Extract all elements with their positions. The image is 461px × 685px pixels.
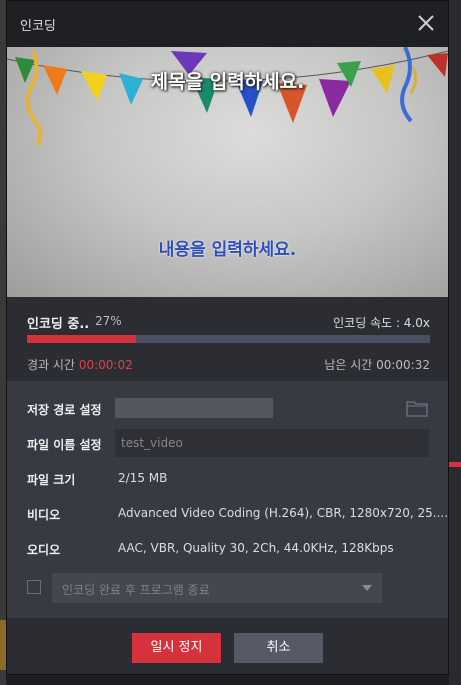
progress-bar xyxy=(27,335,430,343)
save-path-field[interactable] xyxy=(115,398,273,418)
dialog-title: 인코딩 xyxy=(20,19,56,34)
video-value: Advanced Video Coding (H.264), CBR, 1280… xyxy=(118,506,449,520)
file-size-label: 파일 크기 xyxy=(27,473,76,487)
file-name-label: 파일 이름 설정 xyxy=(27,438,102,452)
encoding-status: 인코딩 중.. xyxy=(27,317,90,332)
background-timeline-marker xyxy=(449,462,461,467)
pause-button[interactable]: 일시 정지 xyxy=(132,633,221,663)
file-size-value: 2/15 MB xyxy=(118,471,168,485)
encoding-dialog: 인코딩 제목을 입력하세요. 내용을 입력하세요. 인코딩 중.. 27% 인코… xyxy=(6,0,449,675)
elapsed-time: 경과 시간 00:00:02 xyxy=(27,356,133,373)
video-preview: 제목을 입력하세요. 내용을 입력하세요. xyxy=(7,47,448,297)
preview-title-text: 제목을 입력하세요. xyxy=(150,71,305,93)
exit-option-text: 인코딩 완료 후 프로그램 종료 xyxy=(62,583,210,597)
dialog-footer: 일시 정지 취소 xyxy=(7,618,448,674)
video-label: 비디오 xyxy=(27,508,61,522)
save-path-label: 저장 경로 설정 xyxy=(27,403,102,417)
elapsed-value: 00:00:02 xyxy=(78,358,133,372)
file-name-input[interactable]: test_video xyxy=(115,429,429,457)
title-bar: 인코딩 xyxy=(7,1,448,47)
close-icon[interactable] xyxy=(414,11,438,35)
background-editor-right xyxy=(449,0,461,685)
settings-panel: 저장 경로 설정 파일 이름 설정 test_video 파일 크기 2/15 … xyxy=(7,381,448,618)
elapsed-label: 경과 시간 xyxy=(27,358,75,372)
party-banner xyxy=(7,47,448,147)
chevron-down-icon xyxy=(362,585,372,591)
encoding-percent: 27% xyxy=(95,314,122,328)
cancel-button[interactable]: 취소 xyxy=(234,633,323,663)
preview-content-text: 내용을 입력하세요. xyxy=(158,240,297,260)
encoding-speed: 인코딩 속도 : 4.0x xyxy=(333,316,430,330)
progress-bar-fill xyxy=(27,335,136,343)
audio-value: AAC, VBR, Quality 30, 2Ch, 44.0KHz, 128K… xyxy=(118,541,394,555)
exit-option-dropdown[interactable]: 인코딩 완료 후 프로그램 종료 xyxy=(52,573,382,603)
folder-icon[interactable] xyxy=(406,399,428,417)
exit-after-encoding-checkbox[interactable] xyxy=(27,580,41,594)
progress-section: 인코딩 중.. 27% 인코딩 속도 : 4.0x 경과 시간 00:00:02… xyxy=(7,297,448,381)
remaining-time: 남은 시간 00:00:32 xyxy=(324,358,430,372)
audio-label: 오디오 xyxy=(27,543,61,557)
